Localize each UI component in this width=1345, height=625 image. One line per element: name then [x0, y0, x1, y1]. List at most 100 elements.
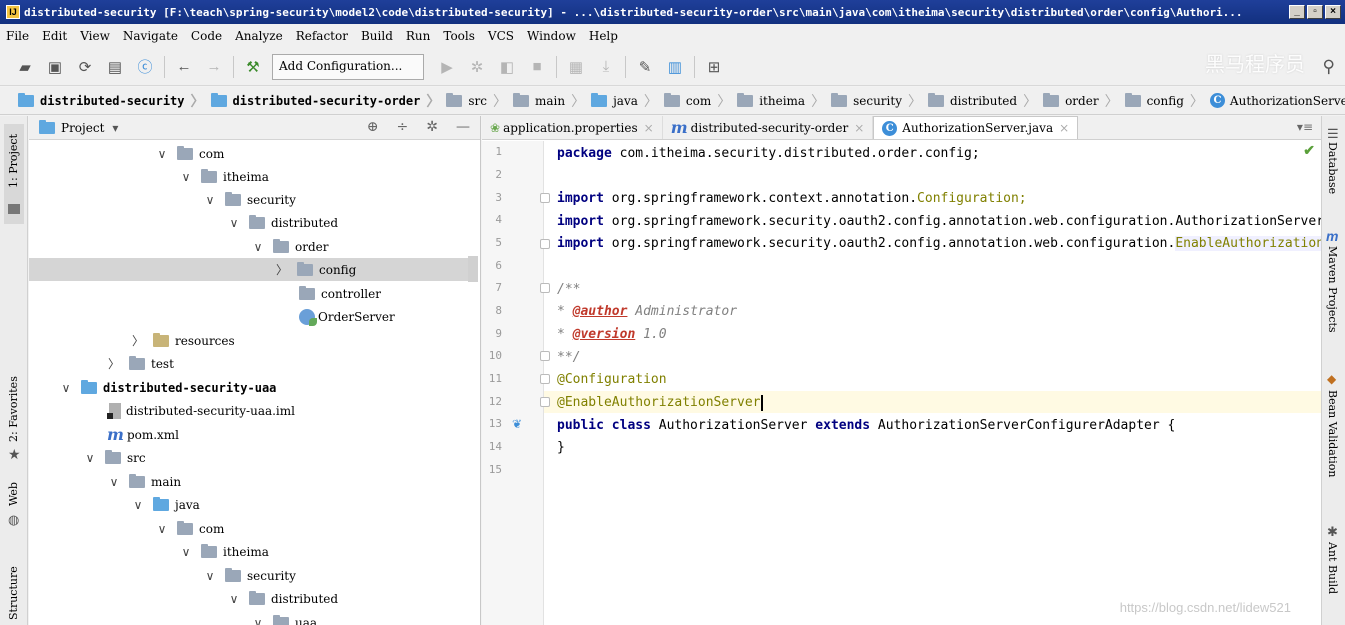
tree-node[interactable]: ∨ distributed — [29, 211, 469, 234]
hide-icon[interactable]: — — [456, 119, 470, 135]
menu-code[interactable]: Code — [191, 29, 222, 43]
tab-authorization-server[interactable]: C AuthorizationServer.java × — [873, 116, 1079, 139]
structure-tool-tab[interactable]: Structure — [4, 546, 24, 624]
project-tool-tab[interactable]: 1: Project — [4, 124, 24, 224]
menu-edit[interactable]: Edit — [42, 29, 67, 43]
menu-window[interactable]: Window — [527, 29, 576, 43]
menu-view[interactable]: View — [80, 29, 110, 43]
chevron-down-icon[interactable]: ∨ — [131, 498, 145, 512]
web-tool-tab[interactable]: Web ◍ — [4, 476, 24, 536]
inspect-icon[interactable]: ▦ — [565, 56, 587, 78]
chevron-down-icon[interactable]: ∨ — [251, 616, 265, 625]
breadcrumb-item[interactable]: security 〉 — [831, 91, 928, 111]
chevron-down-icon[interactable]: ∨ — [227, 216, 241, 230]
add-configuration-button[interactable]: Add Configuration... — [272, 53, 424, 80]
deploy-icon[interactable]: ⤓ — [595, 56, 617, 78]
menu-file[interactable]: File — [6, 29, 29, 43]
breadcrumb-item[interactable]: distributed-security 〉 — [18, 91, 211, 111]
tab-list-icon[interactable]: ▾≡ — [1297, 120, 1313, 134]
chevron-down-icon[interactable]: ∨ — [155, 147, 169, 161]
close-icon[interactable]: × — [1059, 121, 1069, 135]
forward-arrow-icon[interactable]: → — [203, 56, 225, 78]
tree-node[interactable]: ∨ security — [29, 564, 469, 587]
project-view-icon[interactable]: ▥ — [664, 56, 686, 78]
tree-node[interactable]: OrderServer — [29, 305, 469, 328]
locate-icon[interactable]: ⊕ — [367, 119, 379, 135]
close-icon[interactable]: × — [644, 121, 654, 135]
tree-node[interactable]: ∨ security — [29, 188, 469, 211]
tree-node[interactable]: ∨ main — [29, 470, 469, 493]
debug-icon[interactable]: ✲ — [466, 56, 488, 78]
close-icon[interactable]: × — [854, 121, 864, 135]
menu-build[interactable]: Build — [361, 29, 393, 43]
bean-validation-tool-tab[interactable]: Bean Validation — [1326, 390, 1339, 478]
menu-tools[interactable]: Tools — [443, 29, 475, 43]
chevron-down-icon[interactable]: ∨ — [227, 592, 241, 606]
vcs-icon[interactable]: ⊞ — [703, 56, 725, 78]
database-tool-tab[interactable]: Database — [1326, 142, 1339, 194]
tree-node[interactable]: m pom.xml — [29, 423, 469, 446]
breadcrumb-item[interactable]: CAuthorizationServer〉 — [1209, 91, 1345, 111]
tab-application-properties[interactable]: ❀ application.properties × — [482, 116, 663, 139]
fold-marker-icon[interactable] — [540, 397, 550, 407]
chevron-down-icon[interactable]: ∨ — [203, 193, 217, 207]
tree-node-selected[interactable]: 〉 config — [29, 258, 469, 281]
chevron-down-icon[interactable]: ∨ — [251, 240, 265, 254]
tree-node[interactable]: controller — [29, 282, 469, 305]
tree-node[interactable]: 〉 resources — [29, 329, 469, 352]
menu-vcs[interactable]: VCS — [488, 29, 514, 43]
breadcrumb-item[interactable]: distributed-security-order 〉 — [210, 91, 447, 111]
breadcrumb-item[interactable]: config 〉 — [1124, 91, 1210, 111]
favorites-tool-tab[interactable]: 2: Favorites ★ — [4, 356, 24, 466]
tree-node[interactable]: distributed-security-uaa.iml — [29, 399, 469, 422]
coverage-icon[interactable]: ◧ — [496, 56, 518, 78]
code-area[interactable]: package com.itheima.security.distributed… — [557, 141, 1321, 625]
project-scrollbar[interactable] — [468, 256, 478, 282]
gear-icon[interactable]: ✲ — [426, 119, 438, 135]
chevron-down-icon[interactable]: ∨ — [155, 522, 169, 536]
tree-node[interactable]: ∨ java — [29, 493, 469, 516]
search-icon[interactable]: ⚲ — [1323, 57, 1335, 77]
project-structure-icon[interactable]: ▤ — [104, 56, 126, 78]
close-button[interactable]: × — [1325, 5, 1341, 19]
menu-navigate[interactable]: Navigate — [123, 29, 178, 43]
chevron-down-icon[interactable]: ▾ — [112, 121, 118, 135]
breadcrumb-item[interactable]: itheima 〉 — [737, 91, 831, 111]
chevron-down-icon[interactable]: ∨ — [59, 381, 73, 395]
menu-refactor[interactable]: Refactor — [296, 29, 348, 43]
tree-node[interactable]: ∨ com — [29, 517, 469, 540]
tree-node[interactable]: ∨ distributed — [29, 587, 469, 610]
chevron-down-icon[interactable]: ∨ — [107, 475, 121, 489]
tree-node[interactable]: ∨ order — [29, 235, 469, 258]
class-icon[interactable]: ⓒ — [134, 56, 156, 78]
maximize-button[interactable]: ▫ — [1307, 5, 1323, 19]
breadcrumb-item[interactable]: order 〉 — [1043, 91, 1124, 111]
fold-marker-icon[interactable] — [540, 239, 550, 249]
tree-node[interactable]: ∨ com — [29, 142, 469, 165]
breadcrumb-item[interactable]: src 〉 — [446, 91, 513, 111]
stop-icon[interactable]: ■ — [526, 56, 548, 78]
tab-pom[interactable]: m distributed-security-order × — [663, 116, 874, 139]
fold-marker-icon[interactable] — [540, 351, 550, 361]
chevron-right-icon[interactable]: 〉 — [275, 261, 289, 278]
collapse-all-icon[interactable]: ÷ — [397, 119, 409, 135]
ant-build-tool-tab[interactable]: Ant Build — [1326, 542, 1339, 594]
tree-node[interactable]: ∨ distributed-security-uaa — [29, 376, 469, 399]
maven-tool-tab[interactable]: Maven Projects — [1326, 246, 1339, 333]
tree-node[interactable]: 〉 test — [29, 352, 469, 375]
open-folder-icon[interactable]: ▰ — [14, 56, 36, 78]
menu-help[interactable]: Help — [589, 29, 618, 43]
chevron-right-icon[interactable]: 〉 — [107, 355, 121, 372]
tree-node[interactable]: ∨ itheima — [29, 165, 469, 188]
breadcrumb-item[interactable]: java 〉 — [591, 91, 664, 111]
tree-node[interactable]: ∨ itheima — [29, 540, 469, 563]
chevron-right-icon[interactable]: 〉 — [131, 332, 145, 349]
build-hammer-icon[interactable]: ⚒ — [242, 56, 264, 78]
chevron-down-icon[interactable]: ∨ — [83, 451, 97, 465]
tree-node[interactable]: ∨ uaa — [29, 611, 469, 625]
back-arrow-icon[interactable]: ← — [173, 56, 195, 78]
chevron-down-icon[interactable]: ∨ — [179, 170, 193, 184]
fold-marker-icon[interactable] — [540, 193, 550, 203]
chevron-down-icon[interactable]: ∨ — [179, 545, 193, 559]
breadcrumb-item[interactable]: com 〉 — [663, 91, 737, 111]
